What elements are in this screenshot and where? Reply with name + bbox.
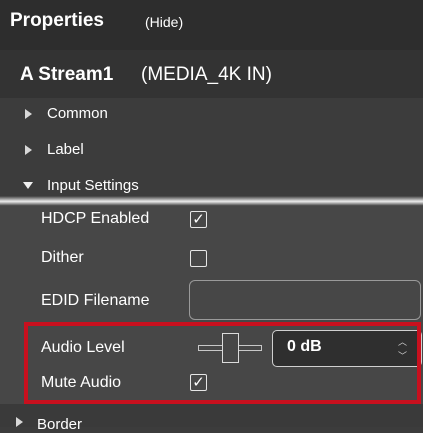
section-border[interactable]: Border xyxy=(37,416,82,433)
edid-filename-label: EDID Filename xyxy=(41,292,150,309)
stream-type: (MEDIA_4K IN) xyxy=(141,64,272,85)
expand-arrow-icon[interactable] xyxy=(25,145,32,155)
expand-arrow-icon[interactable] xyxy=(25,109,32,119)
hdcp-enabled-checkbox[interactable]: ✓ xyxy=(190,211,207,228)
section-common[interactable]: Common xyxy=(47,105,108,122)
collapse-arrow-icon[interactable] xyxy=(23,182,33,189)
section-input-settings[interactable]: Input Settings xyxy=(47,177,139,194)
edid-filename-field[interactable] xyxy=(189,280,421,320)
dither-checkbox[interactable] xyxy=(190,250,207,267)
panel-title: Properties xyxy=(10,10,104,31)
section-divider xyxy=(0,196,423,206)
expand-arrow-icon[interactable] xyxy=(16,417,23,427)
dither-label: Dither xyxy=(41,249,84,266)
hide-link[interactable]: (Hide) xyxy=(145,14,183,30)
check-icon: ✓ xyxy=(192,211,205,228)
highlight-box xyxy=(24,322,421,404)
stream-name: A Stream1 xyxy=(20,64,114,85)
hdcp-enabled-label: HDCP Enabled xyxy=(41,210,150,227)
section-label[interactable]: Label xyxy=(47,141,84,158)
